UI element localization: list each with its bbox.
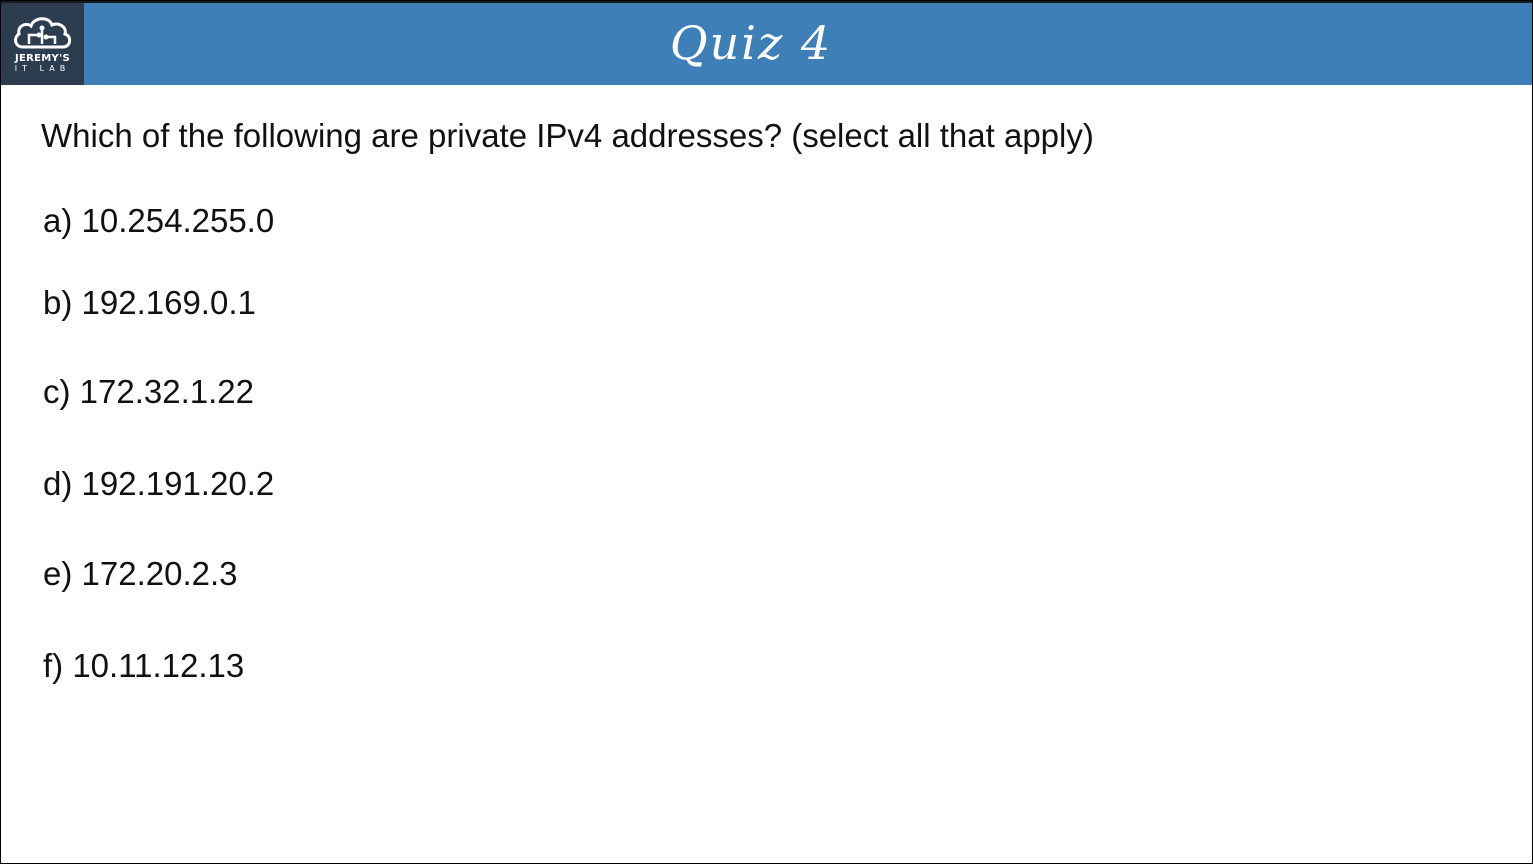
option-b: b) 192.169.0.1 <box>43 284 256 321</box>
option-e: e) 172.20.2.3 <box>43 555 238 592</box>
quiz-slide: JEREMY'S IT LAB Quiz 4 Which of the foll… <box>0 0 1533 864</box>
slide-title: Quiz 4 <box>669 16 833 70</box>
option-c: c) 172.32.1.22 <box>43 373 254 410</box>
slide-header: JEREMY'S IT LAB Quiz 4 <box>1 1 1532 85</box>
option-f: f) 10.11.12.13 <box>43 647 245 684</box>
question-text: Which of the following are private IPv4 … <box>41 117 1094 154</box>
option-d: d) 192.191.20.2 <box>43 465 275 502</box>
option-a: a) 10.254.255.0 <box>43 202 275 239</box>
